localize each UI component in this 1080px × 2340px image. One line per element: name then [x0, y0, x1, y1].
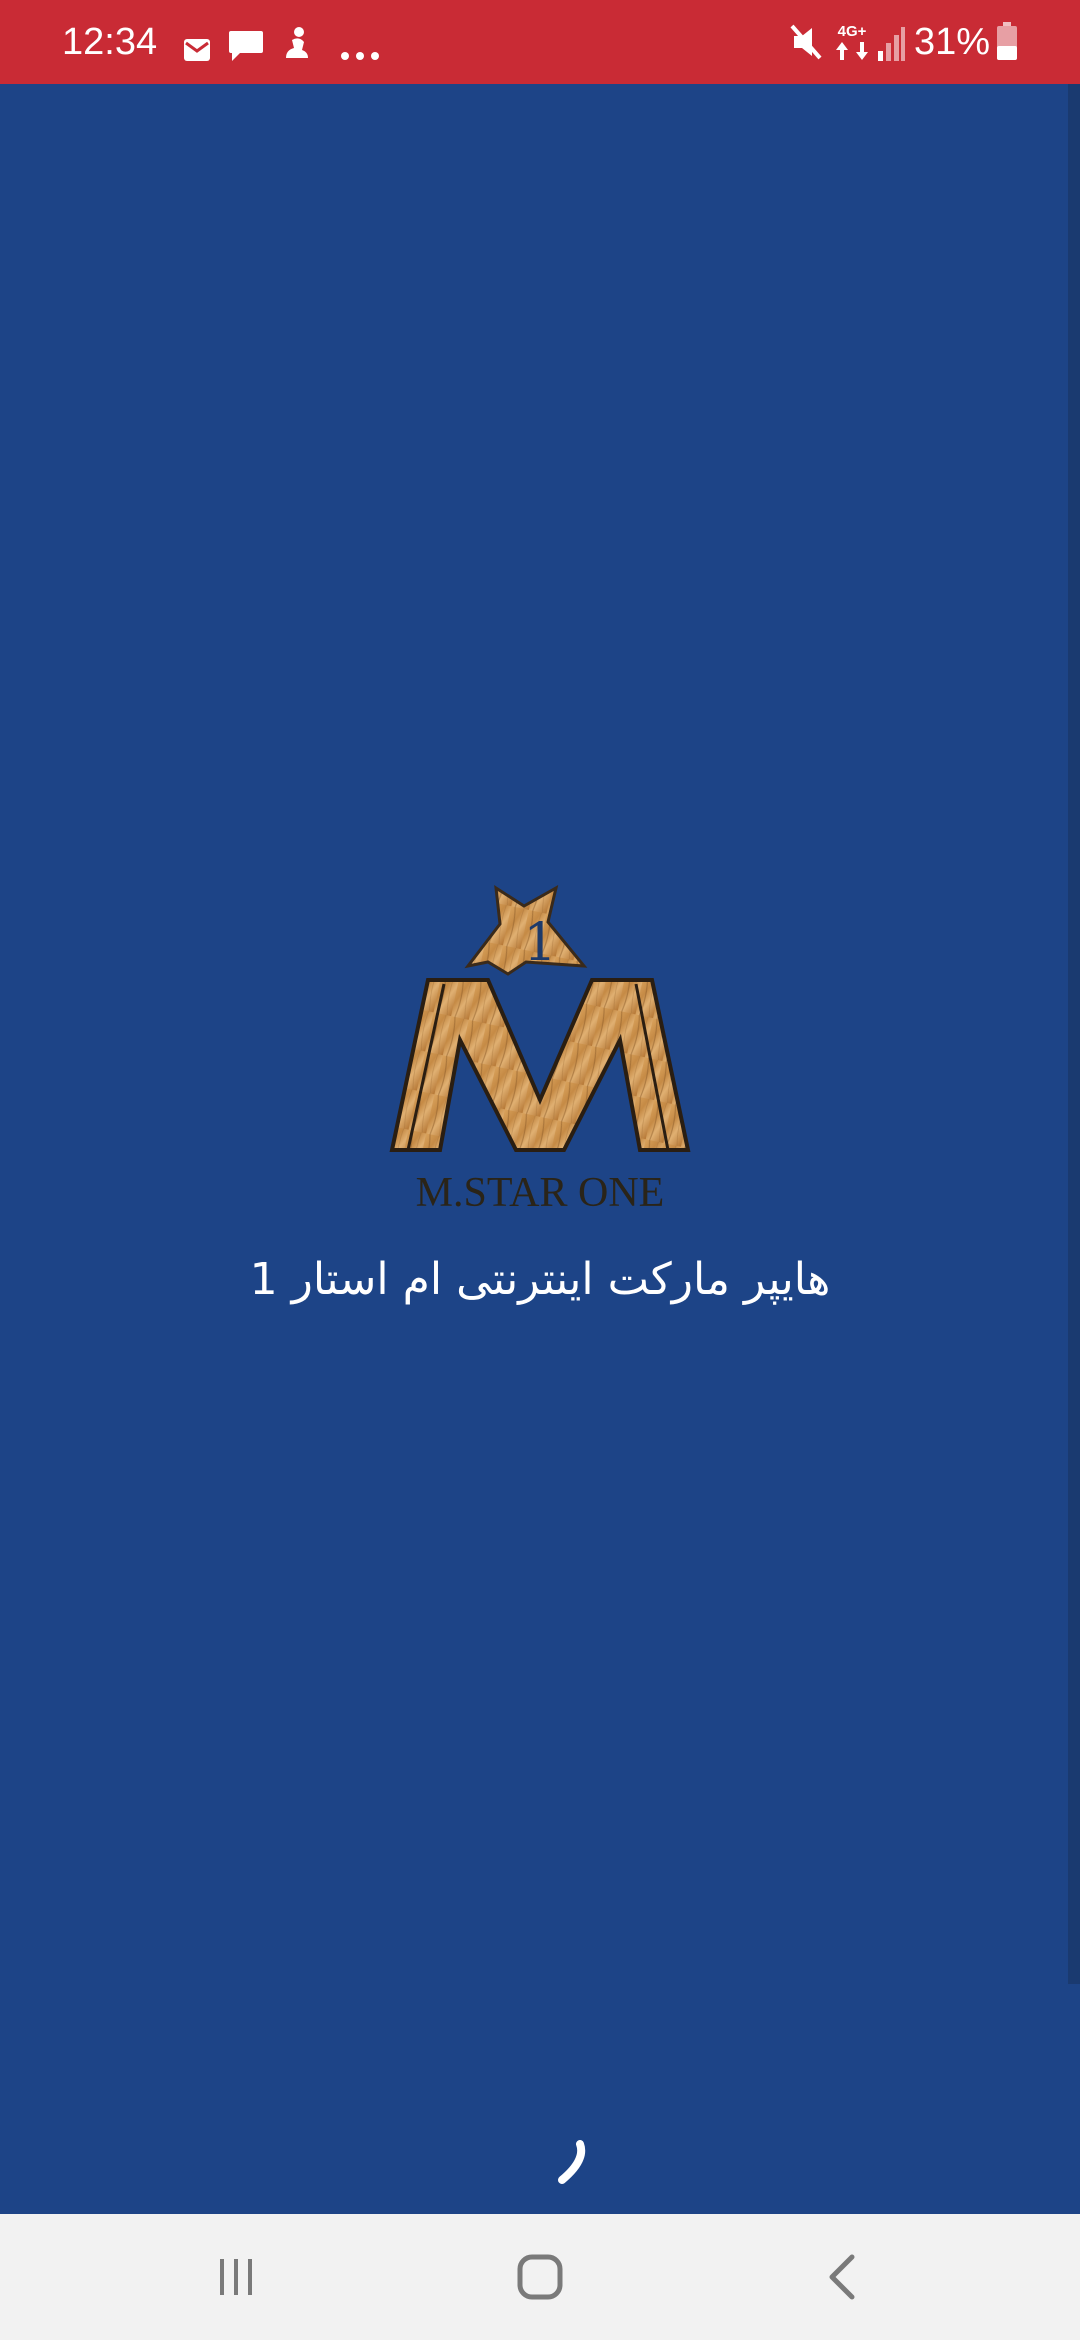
network-4g-icon: 4G+	[830, 24, 874, 64]
loading-spinner-icon	[558, 2140, 586, 2184]
splash-screen: 12:34 4G+ 31% 1 M.STAR ONE هایپر مارکت ا…	[0, 0, 1080, 2340]
home-button[interactable]	[500, 2244, 580, 2310]
back-icon	[829, 2254, 855, 2300]
edge-scroll-indicator	[1068, 84, 1080, 1984]
star-number: 1	[523, 913, 556, 973]
mstar-logo: 1 M.STAR ONE	[389, 885, 691, 1210]
mute-icon	[790, 24, 822, 60]
data-arrows-icon	[836, 42, 868, 60]
status-time: 12:34	[62, 21, 158, 63]
network-label: 4G+	[837, 23, 867, 40]
recents-button[interactable]	[196, 2244, 276, 2310]
figure-icon	[286, 27, 308, 58]
recents-icon	[220, 2259, 252, 2295]
mail-icon	[184, 39, 210, 61]
home-icon	[517, 2254, 563, 2300]
app-tagline: هایپر مارکت اینترنتی ام استار 1	[249, 1254, 831, 1305]
navigation-bar	[0, 2214, 1080, 2340]
signal-icon	[878, 27, 905, 61]
back-button[interactable]	[802, 2244, 882, 2310]
more-dots-icon	[341, 52, 379, 60]
battery-percent: 31%	[914, 21, 991, 63]
chat-icon	[229, 31, 263, 61]
status-bar: 12:34 4G+ 31%	[0, 0, 1080, 84]
m-letter-shape	[389, 978, 691, 1152]
logo-wordmark: M.STAR ONE	[416, 1170, 665, 1210]
battery-icon	[997, 22, 1017, 60]
